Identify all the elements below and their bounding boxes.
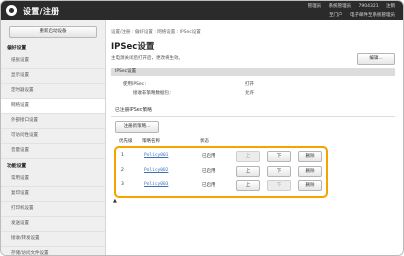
delete-button[interactable]: 删除 [298,166,322,177]
column-policy-name: 策略名称 [142,139,160,144]
move-down-button[interactable]: 下 [267,151,291,162]
section-header: IPSec设置 [111,68,395,76]
table-row: 3 Policy003 已启用 上 下 删除 [117,180,322,191]
page-title: IPSec设置 [111,42,155,52]
policy-priority: 1 [121,153,124,158]
delete-button[interactable]: 删除 [298,180,322,191]
prop-label-non-policy-packets: 接收非策略数据包： [133,91,174,96]
main-content: 设置/注册 : 偏好设置 : 网络设置 : IPSec设置 IPSec设置 主电… [111,20,401,255]
header-info-role: 管理员 [307,4,322,9]
move-up-button[interactable]: 上 [236,180,260,191]
sidebar-item-send[interactable]: 发送设置 [1,217,105,232]
sidebar-item-store-access[interactable]: 存储/访问文件设置 [1,247,105,255]
policy-status: 已启用 [202,183,216,188]
back-to-top-link[interactable]: ▲ [113,198,117,204]
header-links: 至门户 电子邮件至系统管理员 [302,12,395,18]
sidebar-item-external-interface[interactable]: 外部接口设置 [1,114,105,129]
move-up-button[interactable]: 上 [236,151,260,162]
header-right: 管理员 系统管理员 7904321 注销 至门户 电子邮件至系统管理员 [302,3,395,18]
sidebar-item-printer[interactable]: 打印机设置 [1,202,105,217]
prop-label-use-ipsec: 使用IPSec： [123,82,149,87]
logout-link[interactable]: 注销 [386,4,395,9]
move-down-button[interactable]: 下 [267,180,291,191]
column-status: 状态 [200,139,209,144]
sidebar-item-display[interactable]: 显示设置 [1,69,105,84]
table-row: 2 Policy002 已启用 上 下 删除 [117,166,322,177]
prop-value-non-policy-packets: 允许 [245,91,254,96]
policy-priority: 2 [121,168,124,173]
policy-name-link[interactable]: Policy003 [144,182,168,187]
portal-link[interactable]: 至门户 [329,13,343,18]
restart-note: 主电源关闭后打开后，更改将生效。 [111,56,183,61]
header-info-user: 系统管理员 [328,4,352,9]
sidebar-item-volume[interactable]: 音量设置 [1,144,105,159]
column-priority: 优先级 [119,139,133,144]
registered-policies-header: 已注册IPSec策略 [111,104,395,117]
sidebar-item-copy[interactable]: 复印设置 [1,187,105,202]
sidebar-section-preferences: 偏好设置 [7,46,27,51]
policy-status: 已启用 [202,154,216,159]
table-row: 1 Policy001 已启用 上 下 删除 [117,151,322,162]
registered-policies-title: 已注册IPSec策略 [115,108,152,113]
logo-icon [6,5,17,16]
sidebar-item-network[interactable]: 网络设置 [1,99,105,114]
sidebar-item-accessibility[interactable]: 可访问性设置 [1,129,105,144]
sidebar-item-common[interactable]: 常用设置 [1,172,105,187]
breadcrumb: 设置/注册 : 偏好设置 : 网络设置 : IPSec设置 [111,30,201,35]
sidebar-section-functions: 功能设置 [7,164,27,169]
restart-device-button[interactable]: 重新启动设备 [9,26,97,38]
header-user-info: 管理员 系统管理员 7904321 注销 [302,3,395,9]
sidebar-item-timer[interactable]: 定时器设置 [1,84,105,99]
app-window: 设置/注册 管理员 系统管理员 7904321 注销 至门户 电子邮件至系统管理… [0,0,404,256]
header-info-id: 7904321 [358,4,379,9]
header-bar: 设置/注册 管理员 系统管理员 7904321 注销 至门户 电子邮件至系统管理… [1,1,403,20]
edit-button[interactable]: 编辑... [357,53,395,65]
app-title: 设置/注册 [23,7,60,16]
move-down-button[interactable]: 下 [267,166,291,177]
sidebar-item-paper[interactable]: 纸张设置 [1,54,105,69]
sidebar-item-receive-forward[interactable]: 接收/转发设置 [1,232,105,247]
prop-value-use-ipsec: 打开 [245,82,254,87]
register-new-policy-button[interactable]: 注册新策略... [115,121,159,133]
policy-priority: 3 [121,182,124,187]
policy-name-link[interactable]: Policy002 [144,168,168,173]
move-up-button[interactable]: 上 [236,166,260,177]
policy-name-link[interactable]: Policy001 [144,153,168,158]
policy-status: 已启用 [202,169,216,174]
mail-admin-link[interactable]: 电子邮件至系统管理员 [350,13,395,18]
sidebar: 重新启动设备 偏好设置 纸张设置 显示设置 定时器设置 网络设置 外部接口设置 … [1,20,106,255]
delete-button[interactable]: 删除 [298,151,322,162]
